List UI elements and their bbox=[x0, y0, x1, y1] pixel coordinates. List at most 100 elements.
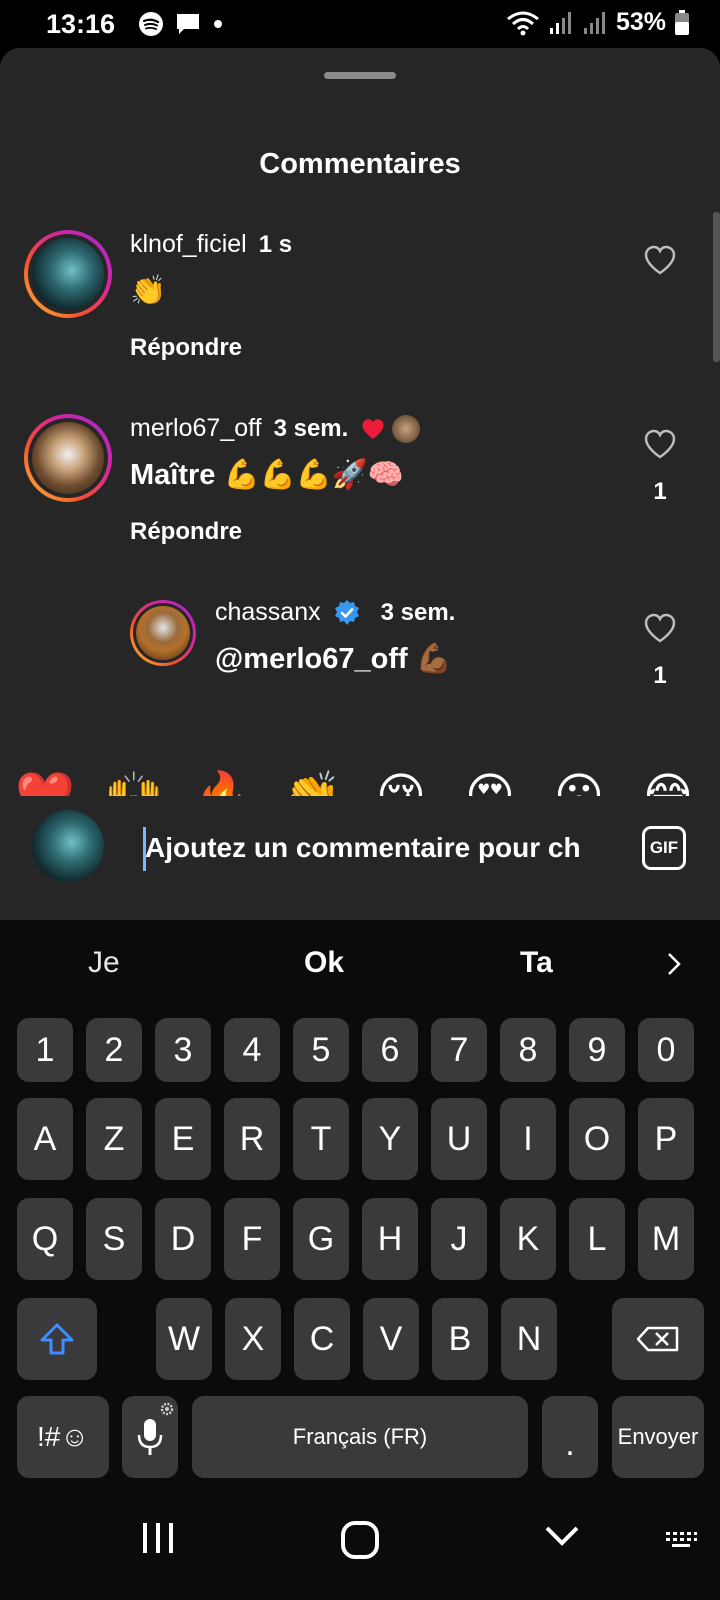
backspace-icon bbox=[636, 1326, 679, 1352]
chevron-down-icon[interactable] bbox=[544, 1524, 580, 1548]
status-left-icons bbox=[138, 10, 224, 38]
key-l[interactable]: L bbox=[569, 1198, 625, 1280]
key-2[interactable]: 2 bbox=[86, 1018, 142, 1082]
like-button[interactable] bbox=[640, 428, 680, 465]
symbols-key[interactable]: !#☺ bbox=[17, 1396, 109, 1478]
shift-arrow-icon bbox=[40, 1323, 74, 1355]
send-key[interactable]: Envoyer bbox=[612, 1396, 704, 1478]
spotify-icon bbox=[139, 12, 163, 36]
like-count: 1 bbox=[653, 478, 667, 505]
comment-input[interactable]: Ajoutez un commentaire pour ch bbox=[145, 832, 607, 864]
chevron-right-icon[interactable] bbox=[664, 950, 684, 978]
voice-input-key[interactable] bbox=[122, 1396, 178, 1478]
reply-button[interactable]: Répondre bbox=[130, 334, 242, 362]
key-q[interactable]: Q bbox=[17, 1198, 73, 1280]
sheet-grabber[interactable] bbox=[324, 72, 396, 79]
like-count: 1 bbox=[653, 662, 667, 689]
period-key[interactable]: . bbox=[542, 1396, 598, 1478]
key-k[interactable]: K bbox=[500, 1198, 556, 1280]
comment-username[interactable]: merlo67_off bbox=[130, 414, 262, 443]
key-u[interactable]: U bbox=[431, 1098, 487, 1180]
comment-time: 3 sem. bbox=[273, 414, 349, 442]
avatar[interactable] bbox=[130, 600, 196, 666]
settings-gear-icon bbox=[160, 1402, 174, 1416]
key-o[interactable]: O bbox=[569, 1098, 625, 1180]
key-b[interactable]: B bbox=[432, 1298, 488, 1380]
comment-username[interactable]: klnof_ficiel bbox=[130, 230, 247, 259]
key-8[interactable]: 8 bbox=[500, 1018, 556, 1082]
space-key[interactable]: Français (FR) bbox=[192, 1396, 528, 1478]
heart-outline-icon bbox=[644, 429, 676, 459]
comment-time: 3 sem. bbox=[380, 598, 456, 626]
key-g[interactable]: G bbox=[293, 1198, 349, 1280]
keyboard: Je Ok Ta 1234567890 AZERTYUIOP QSDFGHJKLM W… bbox=[0, 920, 720, 1480]
comment-text: 👏 bbox=[130, 275, 167, 307]
gif-button[interactable]: GIF bbox=[642, 826, 686, 870]
comment-text: Maître 💪💪💪🚀🧠 bbox=[130, 459, 405, 491]
reply-button[interactable]: Répondre bbox=[130, 518, 242, 546]
status-right-icons: 53% bbox=[506, 8, 690, 37]
key-n[interactable]: N bbox=[501, 1298, 557, 1380]
comment-header: klnof_ficiel 1 s bbox=[130, 230, 292, 259]
key-w[interactable]: W bbox=[156, 1298, 212, 1380]
comments-sheet: Commentaires klnof_ficiel 1 s 👏 Répondre bbox=[0, 48, 720, 920]
key-e[interactable]: E bbox=[155, 1098, 211, 1180]
signal-icon bbox=[583, 11, 605, 34]
backspace-key[interactable] bbox=[612, 1298, 704, 1380]
like-button[interactable] bbox=[640, 244, 680, 281]
key-a[interactable]: A bbox=[17, 1098, 73, 1180]
recent-apps-icon[interactable] bbox=[140, 1520, 176, 1556]
key-v[interactable]: V bbox=[363, 1298, 419, 1380]
signal-icon bbox=[549, 11, 571, 34]
keyboard-toggle-icon[interactable] bbox=[664, 1530, 698, 1554]
avatar[interactable] bbox=[24, 414, 112, 502]
wifi-icon bbox=[507, 11, 539, 35]
key-4[interactable]: 4 bbox=[224, 1018, 280, 1082]
comment-header: merlo67_off 3 sem. bbox=[130, 414, 421, 443]
current-user-avatar bbox=[32, 810, 104, 882]
key-i[interactable]: I bbox=[500, 1098, 556, 1180]
suggestion-2[interactable]: Ok bbox=[304, 946, 344, 980]
message-icon bbox=[177, 14, 199, 34]
key-f[interactable]: F bbox=[224, 1198, 280, 1280]
battery-percent: 53% bbox=[615, 8, 666, 36]
key-5[interactable]: 5 bbox=[293, 1018, 349, 1082]
key-s[interactable]: S bbox=[86, 1198, 142, 1280]
verified-badge-icon bbox=[334, 599, 359, 625]
key-3[interactable]: 3 bbox=[155, 1018, 211, 1082]
status-bar: 13:16 53% bbox=[0, 0, 720, 48]
key-7[interactable]: 7 bbox=[431, 1018, 487, 1082]
battery-icon bbox=[675, 9, 689, 35]
avatar[interactable] bbox=[24, 230, 112, 318]
status-time: 13:16 bbox=[46, 9, 116, 39]
shift-key[interactable] bbox=[17, 1298, 97, 1380]
key-t[interactable]: T bbox=[293, 1098, 349, 1180]
home-icon[interactable] bbox=[340, 1520, 380, 1560]
key-j[interactable]: J bbox=[431, 1198, 487, 1280]
key-y[interactable]: Y bbox=[362, 1098, 418, 1180]
key-p[interactable]: P bbox=[638, 1098, 694, 1180]
suggestion-1[interactable]: Je bbox=[88, 946, 120, 980]
key-1[interactable]: 1 bbox=[17, 1018, 73, 1082]
comment-time: 1 s bbox=[258, 230, 293, 258]
sheet-title: Commentaires bbox=[259, 148, 461, 180]
key-c[interactable]: C bbox=[294, 1298, 350, 1380]
heart-outline-icon bbox=[644, 613, 676, 643]
comment-username[interactable]: chassanx bbox=[215, 598, 321, 627]
key-r[interactable]: R bbox=[224, 1098, 280, 1180]
heart-outline-icon bbox=[644, 245, 676, 275]
author-avatar bbox=[392, 414, 421, 443]
key-m[interactable]: M bbox=[638, 1198, 694, 1280]
like-button[interactable] bbox=[640, 612, 680, 649]
suggestion-3[interactable]: Ta bbox=[520, 946, 553, 980]
dot-icon bbox=[214, 20, 222, 28]
key-d[interactable]: D bbox=[155, 1198, 211, 1280]
liked-by-author-heart-icon bbox=[362, 418, 384, 439]
key-h[interactable]: H bbox=[362, 1198, 418, 1280]
key-z[interactable]: Z bbox=[86, 1098, 142, 1180]
comment-input-row: Ajoutez un commentaire pour ch GIF bbox=[0, 796, 720, 920]
key-x[interactable]: X bbox=[225, 1298, 281, 1380]
key-0[interactable]: 0 bbox=[638, 1018, 694, 1082]
key-9[interactable]: 9 bbox=[569, 1018, 625, 1082]
key-6[interactable]: 6 bbox=[362, 1018, 418, 1082]
